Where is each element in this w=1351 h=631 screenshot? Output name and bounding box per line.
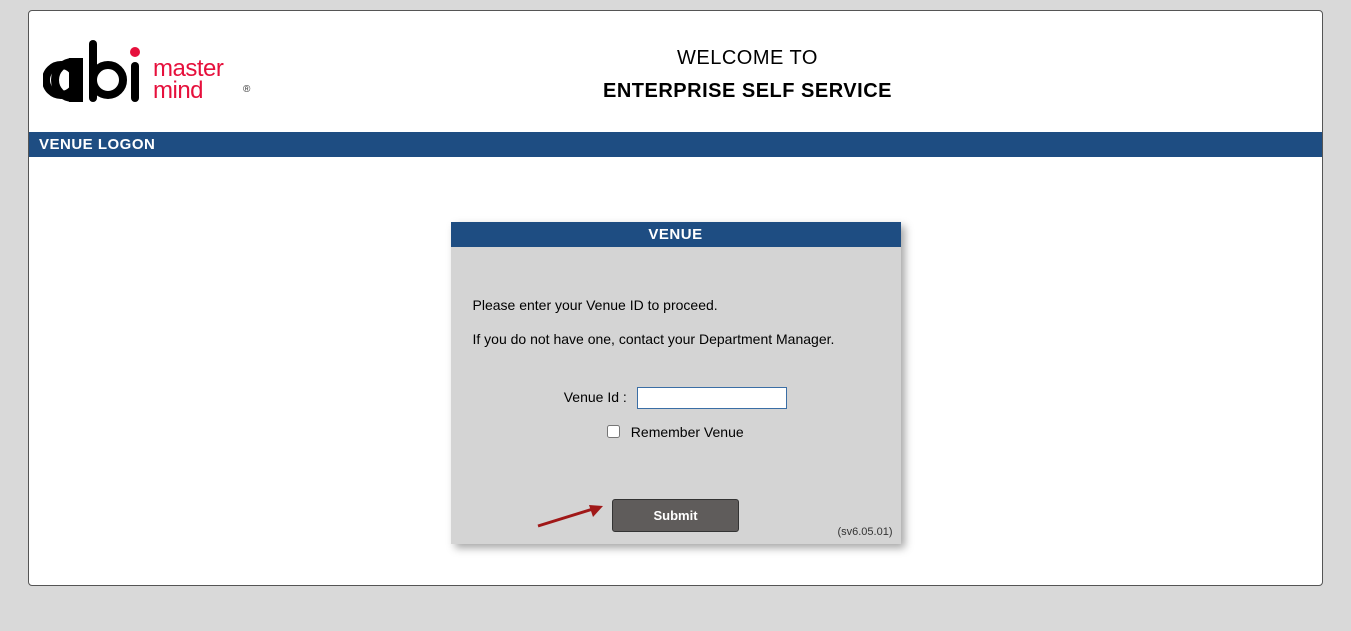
venue-logon-bar: VENUE LOGON: [29, 132, 1322, 157]
header: master mind ® WELCOME TO ENTERPRISE SELF…: [29, 11, 1322, 132]
remember-venue-row: Remember Venue: [473, 423, 879, 441]
pointer-arrow-icon: [533, 501, 613, 536]
venue-panel-body: Please enter your Venue ID to proceed. I…: [451, 247, 901, 544]
submit-row: Submit: [473, 499, 879, 532]
version-text: (sv6.05.01): [837, 526, 892, 538]
welcome-line-2: ENTERPRISE SELF SERVICE: [263, 80, 1232, 103]
svg-text:®: ®: [243, 84, 251, 95]
instruction-1: Please enter your Venue ID to proceed.: [473, 297, 879, 313]
venue-id-row: Venue Id :: [473, 387, 879, 409]
submit-button[interactable]: Submit: [612, 499, 738, 532]
venue-id-input[interactable]: [637, 387, 787, 409]
remember-venue-checkbox[interactable]: [607, 425, 620, 438]
welcome-block: WELCOME TO ENTERPRISE SELF SERVICE: [263, 47, 1312, 103]
instruction-2: If you do not have one, contact your Dep…: [473, 331, 879, 347]
content-area: VENUE Please enter your Venue ID to proc…: [29, 157, 1322, 544]
svg-text:mind: mind: [153, 77, 203, 104]
remember-venue-label: Remember Venue: [631, 424, 744, 440]
venue-panel-title: VENUE: [451, 222, 901, 247]
main-frame: master mind ® WELCOME TO ENTERPRISE SELF…: [28, 10, 1323, 586]
venue-panel: VENUE Please enter your Venue ID to proc…: [451, 222, 901, 544]
welcome-line-1: WELCOME TO: [263, 47, 1232, 70]
venue-id-label: Venue Id :: [564, 389, 627, 405]
abi-mastermind-logo: master mind ®: [39, 36, 263, 114]
